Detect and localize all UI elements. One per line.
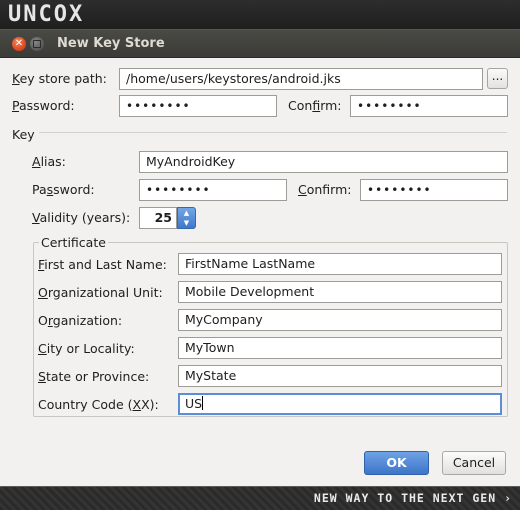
browse-button[interactable]: ... — [487, 68, 508, 89]
window-titlebar: ✕ New Key Store — [0, 30, 520, 58]
cert-city-label: City or Locality: — [38, 341, 135, 356]
alias-label: Alias: — [32, 154, 66, 169]
keystore-password-label: Password: — [12, 98, 75, 113]
keystore-password-field[interactable]: •••••••• — [119, 95, 277, 117]
keystore-path-field[interactable]: /home/users/keystores/android.jks — [119, 68, 483, 90]
cert-unit-label: Organizational Unit: — [38, 285, 163, 300]
key-confirm-label: Confirm: — [298, 182, 352, 197]
cert-state-field[interactable]: MyState — [178, 365, 502, 387]
cert-city-field[interactable]: MyTown — [178, 337, 502, 359]
cert-organization-field[interactable]: MyCompany — [178, 309, 502, 331]
keystore-path-label: Key store path: — [12, 71, 107, 86]
validity-spinner-buttons[interactable]: ▲ ▼ — [177, 207, 196, 229]
text-caret — [202, 396, 204, 410]
new-key-store-dialog: Key store path: /home/users/keystores/an… — [0, 58, 520, 486]
key-confirm-field[interactable]: •••••••• — [360, 179, 508, 201]
key-section-separator — [39, 132, 507, 133]
top-banner: UNCOX — [0, 0, 520, 30]
spinner-up-icon[interactable]: ▲ — [178, 208, 195, 218]
certificate-group-title: Certificate — [39, 235, 108, 250]
alias-field[interactable]: MyAndroidKey — [139, 151, 508, 173]
cert-country-value: US — [185, 396, 203, 411]
cert-state-label: State or Province: — [38, 369, 150, 384]
restore-icon[interactable] — [30, 37, 44, 51]
cert-country-field[interactable]: US — [178, 393, 502, 415]
cert-unit-field[interactable]: Mobile Development — [178, 281, 502, 303]
key-password-field[interactable]: •••••••• — [139, 179, 287, 201]
ok-button[interactable]: OK — [364, 451, 429, 475]
key-password-label: Password: — [32, 182, 95, 197]
validity-label: Validity (years): — [32, 210, 131, 225]
window-title: New Key Store — [57, 36, 165, 51]
cert-name-field[interactable]: FirstName LastName — [178, 253, 502, 275]
cert-country-label: Country Code (XX): — [38, 397, 159, 412]
bottom-banner: NEW WAY TO THE NEXT GEN › — [0, 486, 520, 510]
keystore-confirm-label: Confirm: — [288, 98, 342, 113]
cert-organization-label: Organization: — [38, 313, 123, 328]
spinner-down-icon[interactable]: ▼ — [178, 218, 195, 228]
tagline: NEW WAY TO THE NEXT GEN › — [313, 491, 512, 505]
keystore-confirm-field[interactable]: •••••••• — [350, 95, 508, 117]
cancel-button[interactable]: Cancel — [442, 451, 506, 475]
brand-logo: UNCOX — [8, 2, 85, 27]
key-section-label: Key — [12, 127, 35, 142]
validity-spinner-value[interactable]: 25 — [139, 207, 177, 229]
cert-name-label: First and Last Name: — [38, 257, 167, 272]
close-icon[interactable]: ✕ — [12, 37, 26, 51]
